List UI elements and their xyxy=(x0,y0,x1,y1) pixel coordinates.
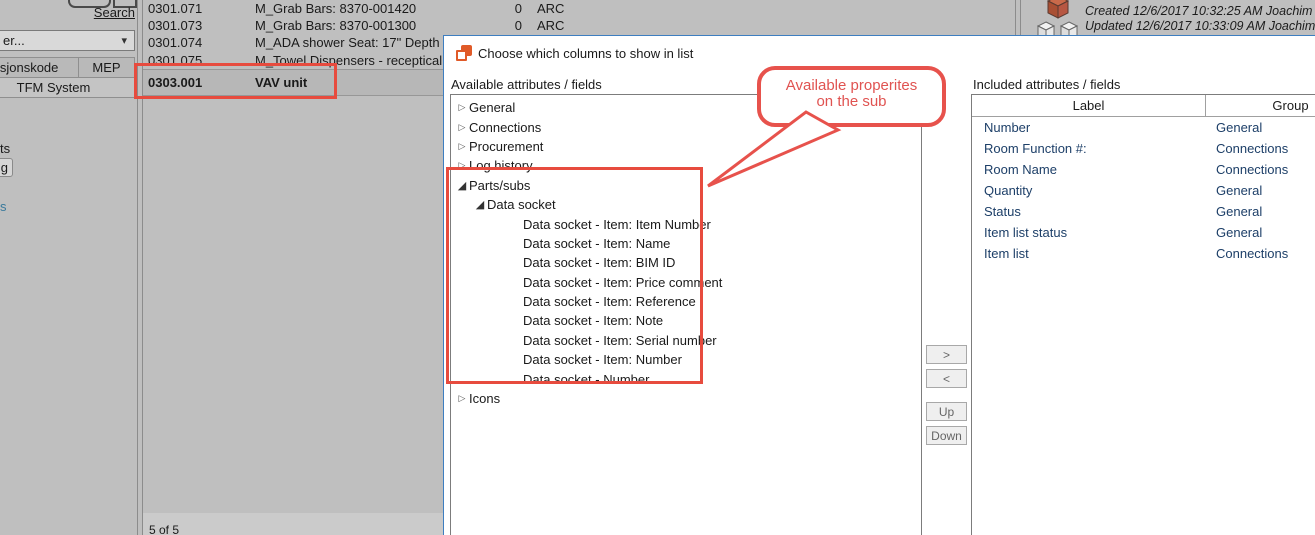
cell-group: Connections xyxy=(1205,162,1315,177)
annotation-rect-parts-subs xyxy=(446,167,703,384)
cell-label: Number xyxy=(972,120,1205,135)
filter-combobox-value: er... xyxy=(3,33,25,48)
move-up-button[interactable]: Up xyxy=(926,402,967,421)
item-code: 0301.074 xyxy=(148,35,255,50)
table-row[interactable]: Room NameConnections xyxy=(972,159,1315,180)
tab-classification-code[interactable]: asjonskode xyxy=(0,57,79,78)
cropped-text-fragment: ts xyxy=(0,141,10,156)
dialog-title: Choose which columns to show in list xyxy=(478,46,693,61)
column-header-group[interactable]: Group xyxy=(1205,95,1315,116)
tree-item[interactable]: ▷Icons xyxy=(451,389,921,408)
table-row[interactable]: NumberGeneral xyxy=(972,117,1315,138)
cell-label: Status xyxy=(972,204,1205,219)
item-code: 0301.071 xyxy=(148,1,255,16)
cell-label: Room Name xyxy=(972,162,1205,177)
remove-column-button[interactable]: < xyxy=(926,369,967,388)
item-name: M_Grab Bars: 8370-001300 xyxy=(255,18,510,33)
updated-timestamp: Updated 12/6/2017 10:33:09 AM Joachim H xyxy=(1085,19,1315,33)
annotation-rect-selected-row xyxy=(134,63,337,99)
item-name: M_Grab Bars: 8370-001420 xyxy=(255,1,510,16)
item-quantity: 0 xyxy=(510,18,522,33)
cell-label: Room Function #: xyxy=(972,141,1205,156)
included-fields-table: Label Group NumberGeneralRoom Function #… xyxy=(971,94,1315,535)
item-quantity: 0 xyxy=(510,1,522,16)
cell-group: Connections xyxy=(1205,141,1315,156)
included-fields-label: Included attributes / fields xyxy=(973,77,1120,92)
cell-group: General xyxy=(1205,225,1315,240)
dialog-titlebar[interactable]: Choose which columns to show in list xyxy=(444,36,1315,70)
table-row[interactable]: Item listConnections xyxy=(972,243,1315,264)
tree-item-label: Procurement xyxy=(469,139,543,154)
tree-item-label: General xyxy=(469,100,515,115)
column-header-label[interactable]: Label xyxy=(972,98,1205,113)
search-link[interactable]: Search xyxy=(55,5,135,20)
collapsed-icon[interactable]: ▷ xyxy=(455,141,469,152)
table-row[interactable]: QuantityGeneral xyxy=(972,180,1315,201)
table-row[interactable]: Room Function #:Connections xyxy=(972,138,1315,159)
cropped-button-fragment[interactable]: g xyxy=(0,158,13,177)
cropped-link-fragment: s xyxy=(0,199,7,214)
annotation-callout-text: Available properites on the sub xyxy=(757,78,946,110)
cell-label: Item list status xyxy=(972,225,1205,240)
list-item[interactable]: 0301.073M_Grab Bars: 8370-0013000 ARC xyxy=(143,17,583,34)
table-header: Label Group xyxy=(972,95,1315,117)
collapsed-icon[interactable]: ▷ xyxy=(455,102,469,113)
tab-tfm-system[interactable]: TFM System xyxy=(0,77,135,98)
available-fields-label: Available attributes / fields xyxy=(451,77,602,92)
filter-combobox[interactable]: er... ▾ xyxy=(0,30,135,51)
item-code: 0301.073 xyxy=(148,18,255,33)
tab-mep[interactable]: MEP xyxy=(78,57,135,78)
list-item[interactable]: 0301.071M_Grab Bars: 8370-0014200 ARC xyxy=(143,0,583,17)
list-status: 5 of 5 xyxy=(143,513,443,535)
chevron-down-icon[interactable]: ▾ xyxy=(121,34,127,47)
annotation-callout-tail xyxy=(690,100,950,200)
collapsed-icon[interactable]: ▷ xyxy=(455,122,469,133)
created-timestamp: Created 12/6/2017 10:32:25 AM Joachim H xyxy=(1085,4,1315,18)
cell-group: General xyxy=(1205,120,1315,135)
screen: Search er... ▾ asjonskode MEP TFM System… xyxy=(0,0,1315,535)
move-down-button[interactable]: Down xyxy=(926,426,967,445)
cell-group: Connections xyxy=(1205,246,1315,261)
table-row[interactable]: StatusGeneral xyxy=(972,201,1315,222)
item-discipline: ARC xyxy=(537,18,564,33)
panel-divider xyxy=(1015,0,1021,40)
collapsed-icon[interactable]: ▷ xyxy=(455,393,469,404)
table-row[interactable]: Item list statusGeneral xyxy=(972,222,1315,243)
columns-icon xyxy=(456,45,472,61)
cell-label: Item list xyxy=(972,246,1205,261)
cell-label: Quantity xyxy=(972,183,1205,198)
cell-group: General xyxy=(1205,204,1315,219)
add-column-button[interactable]: > xyxy=(926,345,967,364)
tree-item-label: Icons xyxy=(469,391,500,406)
cell-group: General xyxy=(1205,183,1315,198)
tree-item-label: Connections xyxy=(469,120,541,135)
item-discipline: ARC xyxy=(537,1,564,16)
